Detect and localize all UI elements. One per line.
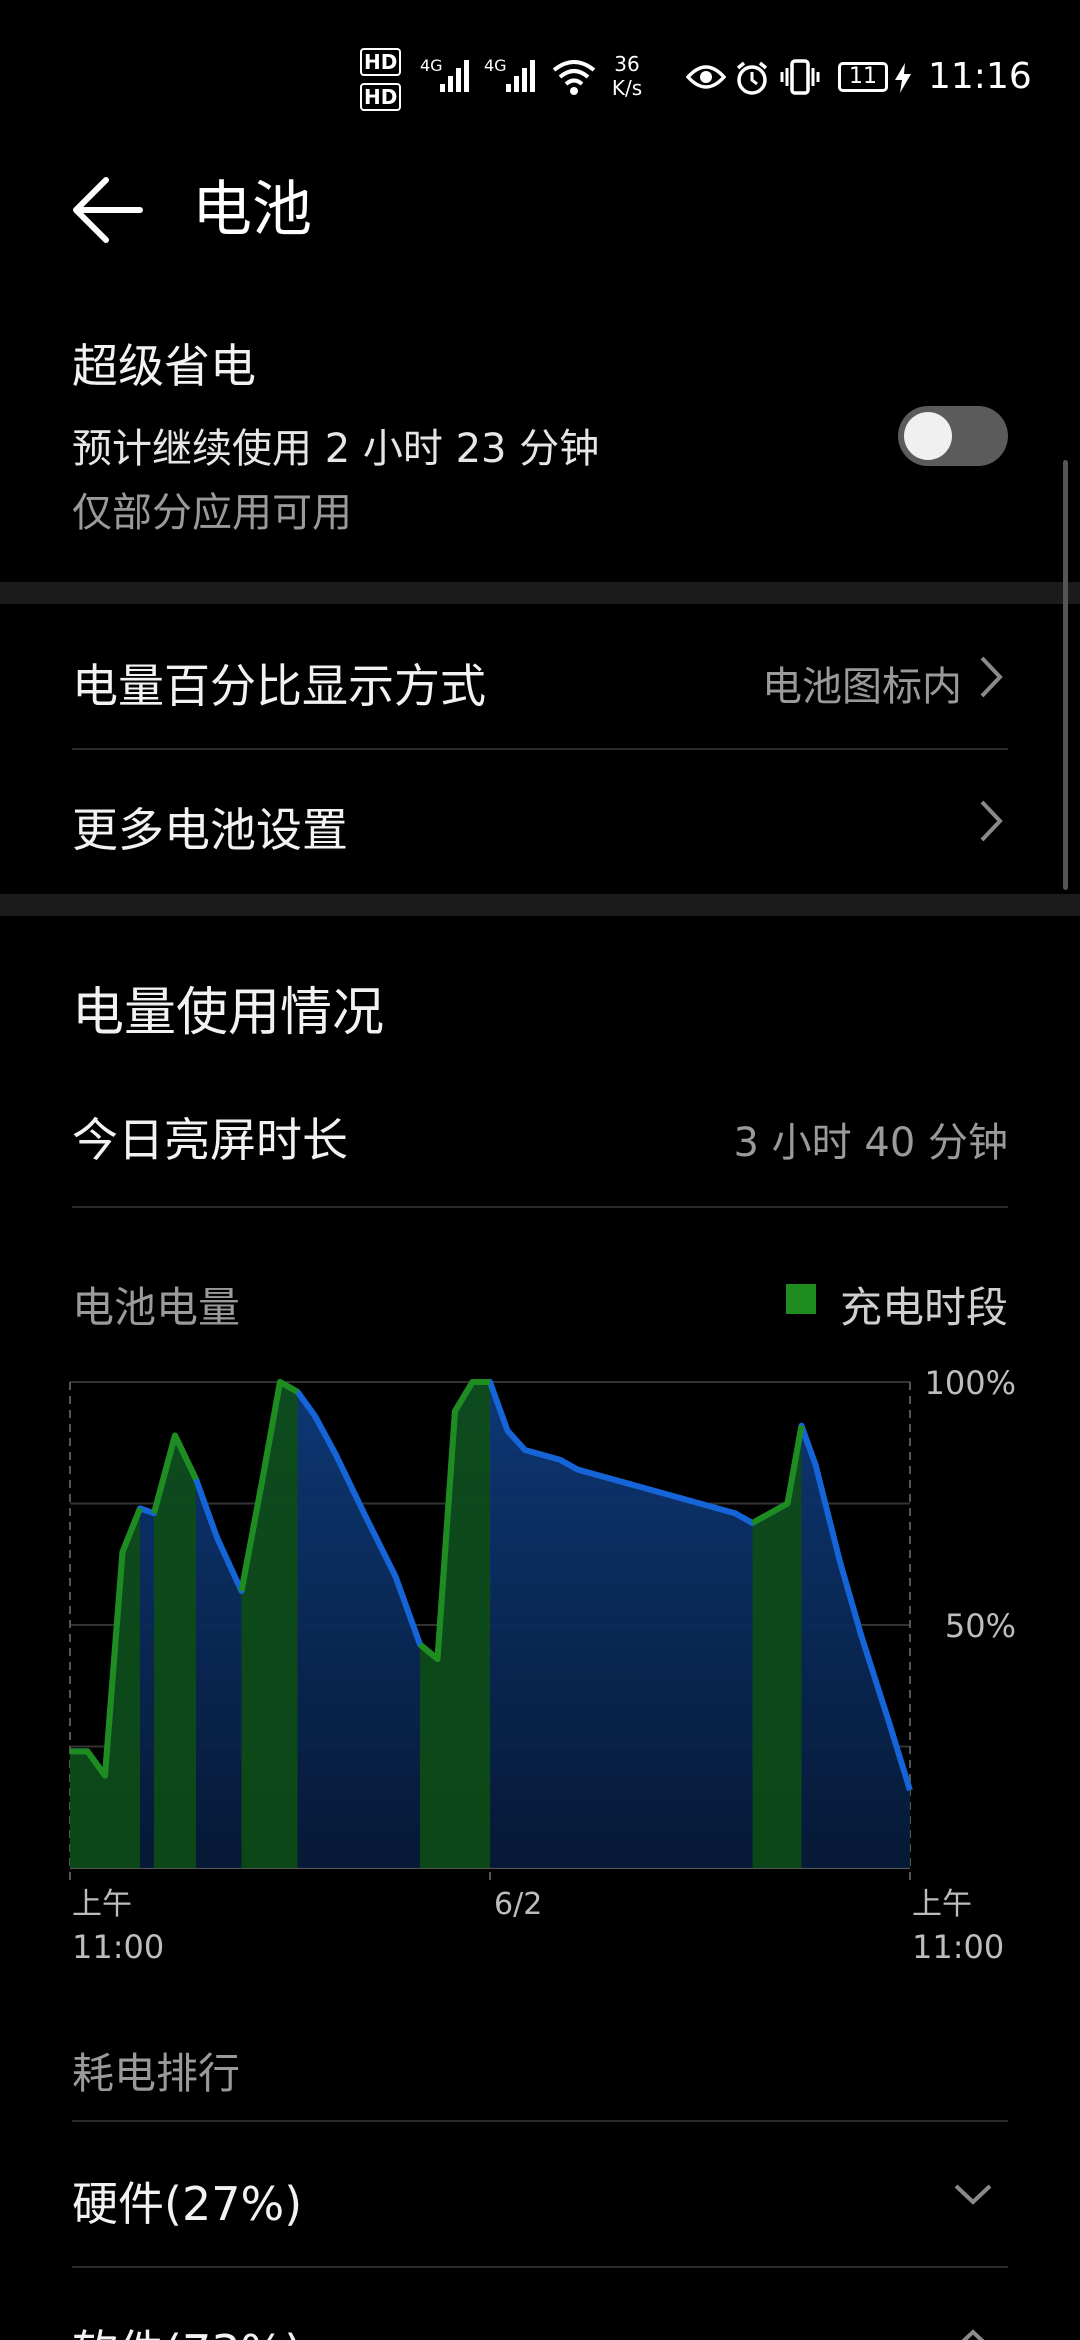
- x-tick-label: 11:00: [912, 1928, 1004, 1966]
- percent-display-label: 电量百分比显示方式: [72, 659, 486, 713]
- y-tick-label: 50%: [945, 1607, 1016, 1645]
- back-button[interactable]: [60, 160, 160, 260]
- percent-display-value: 电池图标内: [762, 664, 962, 710]
- ranking-item-hardware[interactable]: 硬件(27%): [0, 2122, 1080, 2266]
- chevron-right-icon: [980, 656, 1003, 698]
- legend-label: 充电时段: [840, 1283, 1009, 1332]
- chevron-up-icon: [961, 2329, 985, 2340]
- scrollbar[interactable]: [1063, 460, 1068, 890]
- ranking-item-label: 软件(73%): [72, 2316, 302, 2340]
- screen-time-value: 3 小时 40 分钟: [733, 1120, 1009, 1166]
- screen-time-row: 今日亮屏时长 3 小时 40 分钟: [0, 1100, 1080, 1206]
- battery-icon: 11: [838, 62, 888, 92]
- super-saver-estimate: 预计继续使用 2 小时 23 分钟: [72, 426, 600, 472]
- super-saver-toggle[interactable]: [898, 406, 1008, 466]
- charging-period-fill: [752, 1425, 802, 1868]
- sim1-hd-badge: HD: [360, 48, 402, 76]
- ranking-title: 耗电排行: [72, 2049, 241, 2098]
- section-divider: [0, 582, 1080, 604]
- alarm-icon: [736, 61, 768, 95]
- sim2-hd-badge: HD: [360, 83, 402, 111]
- x-tick-label: 上午: [72, 1887, 132, 1922]
- ranking-item-label: 硬件(27%): [72, 2177, 303, 2231]
- toggle-knob: [904, 412, 952, 460]
- more-battery-settings-row[interactable]: 更多电池设置: [0, 750, 1080, 892]
- more-battery-settings-label: 更多电池设置: [72, 803, 348, 857]
- network-speed: 36 K/s: [611, 52, 643, 100]
- charging-period-fill: [70, 1508, 140, 1868]
- chevron-down-icon: [954, 2184, 992, 2205]
- screen-time-label: 今日亮屏时长: [72, 1113, 348, 1167]
- section-divider: [0, 894, 1080, 916]
- y-tick-label: 100%: [925, 1370, 1016, 1402]
- super-saver-title: 超级省电: [72, 339, 256, 393]
- row-separator: [72, 1206, 1008, 1208]
- x-tick-label: 6/2: [494, 1887, 542, 1922]
- x-tick-label: 11:00: [72, 1928, 164, 1966]
- signal-2-icon: [506, 60, 535, 92]
- super-saver-note: 仅部分应用可用: [72, 490, 352, 536]
- ranking-item-software[interactable]: 软件(73%): [0, 2268, 1080, 2340]
- back-arrow-icon: [73, 177, 143, 243]
- legend-swatch: [786, 1284, 816, 1314]
- chart-title: 电池电量: [72, 1283, 241, 1332]
- chevron-right-icon: [980, 800, 1003, 842]
- x-tick-label: 上午: [912, 1887, 972, 1922]
- usage-section-title: 电量使用情况: [72, 983, 385, 1043]
- vibrate-icon: [780, 59, 820, 95]
- clock: 11:16: [928, 56, 1032, 97]
- percent-display-row[interactable]: 电量百分比显示方式 电池图标内: [0, 604, 1080, 750]
- eye-comfort-icon: [686, 65, 726, 89]
- battery-level-chart: 100% 50% 上午 11:00 6/2 上午 11:00: [69, 1370, 1016, 1966]
- page-title: 电池: [192, 175, 312, 245]
- signal-1-icon: [440, 60, 469, 92]
- charging-bolt-icon: [895, 63, 911, 93]
- wifi-icon: [552, 60, 596, 95]
- status-bar: HD HD 4G 4G 36 K/s 11 11:16: [0, 0, 1080, 150]
